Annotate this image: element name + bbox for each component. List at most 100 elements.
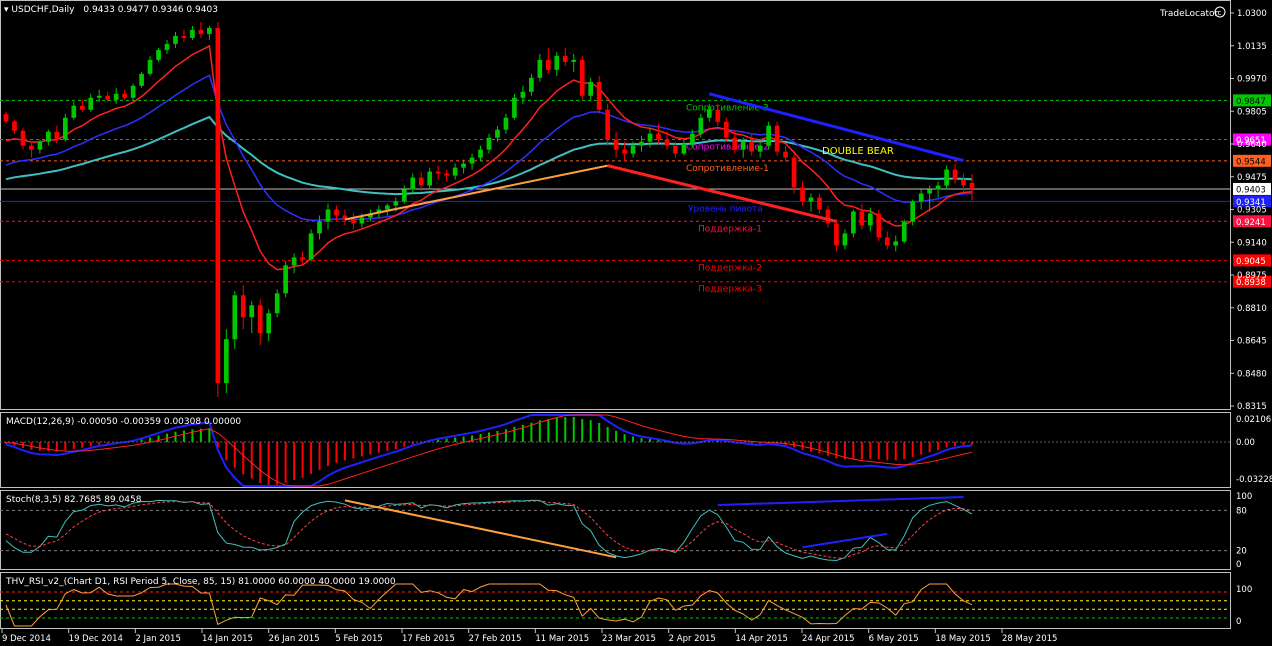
candle-body <box>639 141 644 146</box>
candle-body <box>740 141 746 150</box>
level-price-label: 0.9045 <box>1236 257 1266 267</box>
macd-histogram-bar <box>72 442 75 449</box>
candle-body <box>173 35 178 44</box>
macd-histogram-bar <box>233 442 236 468</box>
candle-body <box>579 59 585 96</box>
level-label: Поддержка-3 <box>698 285 762 295</box>
candle-body <box>706 109 712 118</box>
macd-histogram-bar <box>810 442 812 452</box>
macd-histogram-bar <box>242 442 245 475</box>
candle-body <box>207 27 212 34</box>
price-tick-label: 0.8810 <box>1237 304 1267 314</box>
candle-body <box>537 59 543 78</box>
macd-histogram-bar <box>894 442 897 461</box>
candle-body <box>554 55 560 70</box>
date-tick-label: 28 May 2015 <box>1002 634 1057 644</box>
date-tick-label: 14 Apr 2015 <box>735 634 788 644</box>
candle-body <box>732 137 738 150</box>
candle-body <box>130 85 136 98</box>
date-tick-label: 6 May 2015 <box>869 634 919 644</box>
macd-histogram-bar <box>877 442 880 460</box>
candle-body <box>469 157 475 164</box>
candle-body <box>783 151 788 158</box>
candle-body <box>884 237 890 246</box>
candle-body <box>46 131 51 142</box>
macd-histogram-bar <box>38 442 41 451</box>
brand-label: TradeLocator <box>1159 9 1219 19</box>
candle-body <box>901 221 907 242</box>
price-tick-label: 0.8645 <box>1237 337 1267 347</box>
macd-histogram-bar <box>98 442 101 445</box>
macd-histogram-bar <box>496 430 499 442</box>
candle-body <box>588 81 594 96</box>
macd-histogram-bar <box>538 420 541 442</box>
candle-body <box>630 145 636 154</box>
stoch-tick-label: 100 <box>1236 492 1252 502</box>
candle-body <box>181 35 187 38</box>
candle-body <box>266 313 272 334</box>
price-tick-label: 0.9140 <box>1237 238 1267 248</box>
candle-body <box>452 167 458 176</box>
candle-body <box>842 233 848 246</box>
level-price-label: 0.9241 <box>1236 218 1266 228</box>
rsi-tick-label: 0 <box>1236 617 1241 627</box>
macd-histogram-bar <box>81 442 84 448</box>
candle-body <box>401 189 407 202</box>
macd-histogram-bar <box>911 442 914 457</box>
candle-body <box>461 163 466 168</box>
trading-chart[interactable]: Сопротивление-30.9847Сопротивление-20.96… <box>0 0 1272 646</box>
macd-histogram-bar <box>335 442 338 463</box>
macd-histogram-bar <box>310 442 313 474</box>
macd-histogram-bar <box>318 442 321 471</box>
candle-body <box>571 59 577 62</box>
macd-histogram-bar <box>555 417 558 442</box>
candle-body <box>308 233 314 260</box>
candle-body <box>317 221 322 234</box>
macd-histogram-bar <box>572 416 575 442</box>
macd-histogram-bar <box>640 438 643 442</box>
macd-histogram-bar <box>818 442 821 454</box>
candle-body <box>698 117 704 134</box>
candle-body <box>393 201 399 206</box>
candle-body <box>859 211 865 226</box>
stoch-tick-label: 0 <box>1236 560 1241 570</box>
price-tick-label: 0.9475 <box>1237 173 1267 183</box>
candle-body <box>723 121 729 138</box>
date-tick-label: 5 Feb 2015 <box>335 634 383 644</box>
candle-body <box>215 27 221 384</box>
macd-histogram-bar <box>394 442 397 449</box>
candle-body <box>283 265 288 294</box>
rsi-title: THV_RSI_v2_(Chart D1, RSI Period 5, Clos… <box>5 577 396 587</box>
candle-body <box>927 189 932 194</box>
candle-body <box>774 125 780 152</box>
candle-body <box>681 143 687 154</box>
price-tick-label: 1.0300 <box>1237 9 1267 19</box>
chart-symbol-title: USDCHF,Daily <box>11 5 75 15</box>
candle-body <box>113 93 119 100</box>
candle-body <box>274 293 280 314</box>
macd-histogram-bar <box>903 442 906 460</box>
level-price-label: 0.9544 <box>1236 157 1266 167</box>
macd-histogram-bar <box>615 430 618 442</box>
copyright-icon-glyph: c <box>1218 9 1222 17</box>
level-price-label: 0.9847 <box>1236 97 1266 107</box>
price-tick-label: 0.9805 <box>1237 107 1267 117</box>
candle-body <box>545 59 551 70</box>
macd-histogram-bar <box>632 436 635 442</box>
candle-body <box>105 95 111 100</box>
candle-body <box>613 139 619 150</box>
price-tick-label: 0.9970 <box>1237 75 1267 85</box>
macd-histogram-bar <box>954 442 957 446</box>
candle-body <box>37 141 43 150</box>
candle-body <box>257 305 263 334</box>
macd-histogram-bar <box>276 442 279 485</box>
candle-body <box>656 133 661 140</box>
candle-body <box>562 55 568 62</box>
candle-body <box>825 209 831 224</box>
candle-body <box>969 182 975 189</box>
macd-histogram-bar <box>369 442 372 455</box>
candle-body <box>410 177 416 190</box>
candle-body <box>444 173 449 176</box>
macd-histogram-bar <box>623 434 626 442</box>
candle-body <box>359 217 365 224</box>
